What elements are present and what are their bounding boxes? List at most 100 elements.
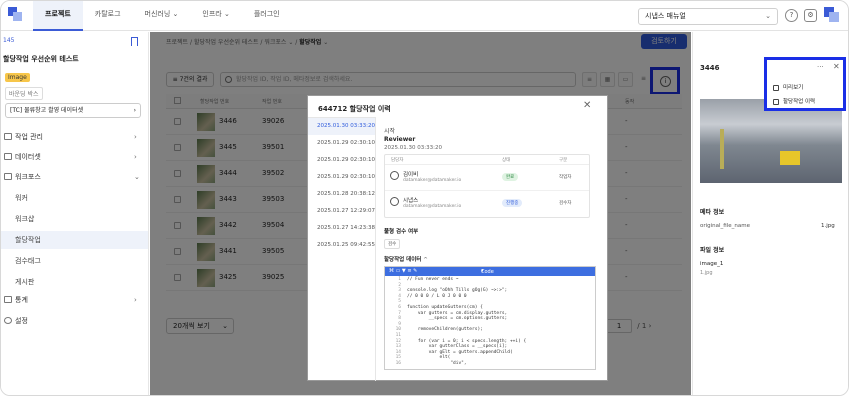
- nav-plugins[interactable]: 플러그인: [242, 1, 292, 31]
- sidebar-item-workgroup[interactable]: 워크샵: [1, 210, 148, 228]
- sidebar-item-workforce[interactable]: 워크포스 ⌄: [1, 168, 148, 186]
- sidebar-item-label: 작업 관리: [15, 133, 43, 141]
- history-item[interactable]: 2025.01.30 03:33:20: [308, 118, 375, 135]
- participants-header: 담당자 상태 구분: [385, 155, 589, 165]
- meta-key: original_file_name: [700, 223, 751, 229]
- sidebar-item-label: 통계: [15, 296, 28, 304]
- menu-item-label: 미리보기: [783, 85, 804, 91]
- assignment-data-label: 할당작업 데이터 ^: [384, 255, 428, 263]
- nav-machine-learning[interactable]: 머신러닝 ⌄: [133, 1, 191, 31]
- code-text: console.log "oOhh Tills gOg(G) ~>:>";: [407, 288, 508, 294]
- code-text: for (var i = 0; i < specs.length; ++i) {: [407, 338, 527, 344]
- history-item[interactable]: 2025.01.29 02:30:10: [308, 169, 375, 186]
- sidebar-item-task-management[interactable]: 작업 관리 ›: [1, 128, 148, 146]
- nav-infra[interactable]: 인프라 ⌄: [190, 1, 241, 31]
- people-icon: [4, 173, 12, 180]
- code-viewer[interactable]: ⌘ ▭ ▼ ≡ ✎ Code ▾ 1// Fun never ends ~2 3 c…: [384, 266, 596, 370]
- sidebar-item-label: 워크포스: [15, 173, 41, 181]
- history-item[interactable]: 2025.01.29 02:30:10: [308, 135, 375, 152]
- file-info-title: 파일 정보: [700, 247, 725, 254]
- folder-icon: [4, 133, 12, 140]
- code-text: "div",: [407, 360, 467, 366]
- sidebar-item-dataset[interactable]: 데이터셋 ›: [1, 148, 148, 166]
- user-avatar-icon: [390, 171, 399, 180]
- chevron-right-icon: ›: [134, 296, 137, 304]
- modal-title: 644712 할당작업 이력: [318, 105, 391, 113]
- code-text: elt(: [407, 355, 451, 361]
- sidebar-item-review-tag[interactable]: 검수태그: [1, 252, 148, 270]
- history-icon: [773, 99, 779, 105]
- chevron-right-icon: ›: [133, 107, 136, 114]
- code-text: removeChildren(gutters);: [407, 327, 483, 333]
- sidebar-item-worker[interactable]: 워커: [1, 189, 148, 207]
- close-icon[interactable]: ✕: [833, 62, 840, 71]
- status-badge: 완료: [502, 173, 519, 181]
- review-required-label: 풀형 검수 여부: [384, 229, 419, 235]
- event-time: 2025.01.30 03:33:20: [384, 145, 442, 151]
- nav-projects[interactable]: 프로젝트: [33, 1, 83, 31]
- close-icon[interactable]: ✕: [583, 100, 591, 111]
- code-toolbar-icons[interactable]: ⌘ ▭ ▼ ≡ ✎: [389, 268, 417, 274]
- image-icon: [773, 85, 779, 91]
- sidebar-item-stats[interactable]: 통계 ›: [1, 291, 148, 309]
- asset-image[interactable]: [700, 99, 842, 183]
- sidebar-item-label: 데이터셋: [15, 153, 41, 161]
- participant-name: 김이비: [403, 172, 419, 178]
- header-status: 상태: [502, 158, 511, 163]
- history-item[interactable]: 2025.01.29 02:30:10: [308, 152, 375, 169]
- sidebar-item-label: 워크샵: [15, 215, 35, 223]
- sidebar: 145 할당작업 우선순위 테스트 Image 바운딩 박스 [TC] 물류창고…: [1, 32, 149, 395]
- sidebar-item-label: 워커: [15, 194, 28, 202]
- sidebar-item-label: 할당작업: [15, 236, 41, 244]
- history-item[interactable]: 2025.01.27 14:23:38: [308, 220, 375, 237]
- gear-icon: [4, 317, 12, 324]
- history-item[interactable]: 2025.01.27 12:29:07: [308, 203, 375, 220]
- sidebar-item-settings[interactable]: 설정: [1, 312, 148, 330]
- pillar-shape: [720, 129, 724, 169]
- code-mode-select[interactable]: Code ▾: [481, 268, 494, 275]
- sidebar-item-assignment[interactable]: 할당작업: [1, 231, 148, 249]
- code-mode-label: Code: [481, 269, 494, 275]
- app-logo-icon[interactable]: [8, 7, 22, 21]
- chevron-right-icon: ›: [134, 153, 137, 161]
- code-lines: 1// Fun never ends ~2 3 console.log "oOhh …: [385, 276, 595, 367]
- chevron-right-icon: ›: [134, 133, 137, 141]
- nav-catalog[interactable]: 카탈로그: [83, 1, 133, 31]
- code-text: // Fun never ends ~: [407, 277, 459, 282]
- chevron-up-icon[interactable]: ^: [423, 257, 428, 263]
- dataset-name: [TC] 물류창고 촬영 데이터셋: [10, 107, 84, 114]
- more-icon[interactable]: ···: [817, 63, 824, 71]
- meta-value: 1.jpg: [821, 223, 835, 229]
- nav-infra-label: 인프라: [202, 10, 222, 18]
- top-navigation-bar: 프로젝트 카탈로그 머신러닝 ⌄ 인프라 ⌄ 플러그인 시냅스 매뉴얼 ⌄ ? …: [1, 1, 848, 31]
- code-toolbar: ⌘ ▭ ▼ ≡ ✎ Code ▾: [385, 267, 595, 276]
- event-role: Reviewer: [384, 136, 416, 143]
- bookmark-icon[interactable]: [131, 37, 138, 46]
- gear-icon[interactable]: ⚙: [804, 9, 817, 22]
- nav-machine-learning-label: 머신러닝: [144, 10, 171, 18]
- assignment-data-text: 할당작업 데이터: [384, 257, 422, 263]
- sidebar-item-board[interactable]: 게시판: [1, 273, 148, 291]
- history-list: 2025.01.30 03:33:20 2025.01.29 02:30:10 …: [308, 117, 376, 381]
- manual-select[interactable]: 시냅스 매뉴얼 ⌄: [638, 8, 778, 25]
- dataset-select[interactable]: [TC] 물류창고 촬영 데이터셋 ›: [5, 103, 141, 118]
- code-text: // 0 0 0 / L 0 J 0 0 0: [407, 293, 467, 299]
- project-id: 145: [3, 37, 15, 44]
- participants-table: 담당자 상태 구분 김이비 datamaker@datamaker.io 완료 …: [384, 154, 590, 218]
- participant-email: datamaker@datamaker.io: [403, 178, 462, 183]
- participant-name: 시냅스: [403, 198, 419, 204]
- history-item[interactable]: 2025.01.25 09:42:55: [308, 237, 375, 254]
- code-text: var gutterClass = __specs[i];: [407, 344, 508, 350]
- participant-row: 시냅스 datamaker@datamaker.io 진행중 검수자: [385, 191, 589, 217]
- menu-item-preview[interactable]: 미리보기: [770, 82, 842, 94]
- line-number: 16: [395, 360, 401, 366]
- help-icon[interactable]: ?: [785, 9, 798, 22]
- participant-email: datamaker@datamaker.io: [403, 204, 462, 209]
- menu-item-history[interactable]: 할당작업 이력: [770, 96, 842, 108]
- status-badge: 진행중: [502, 199, 523, 207]
- user-avatar-icon[interactable]: [824, 7, 839, 22]
- header-name: 담당자: [391, 158, 404, 163]
- meta-info-title: 메타 정보: [700, 209, 725, 216]
- history-item[interactable]: 2025.01.28 20:38:12: [308, 186, 375, 203]
- info-dropdown-highlight: ··· ✕ 미리보기 할당작업 이력: [764, 57, 846, 111]
